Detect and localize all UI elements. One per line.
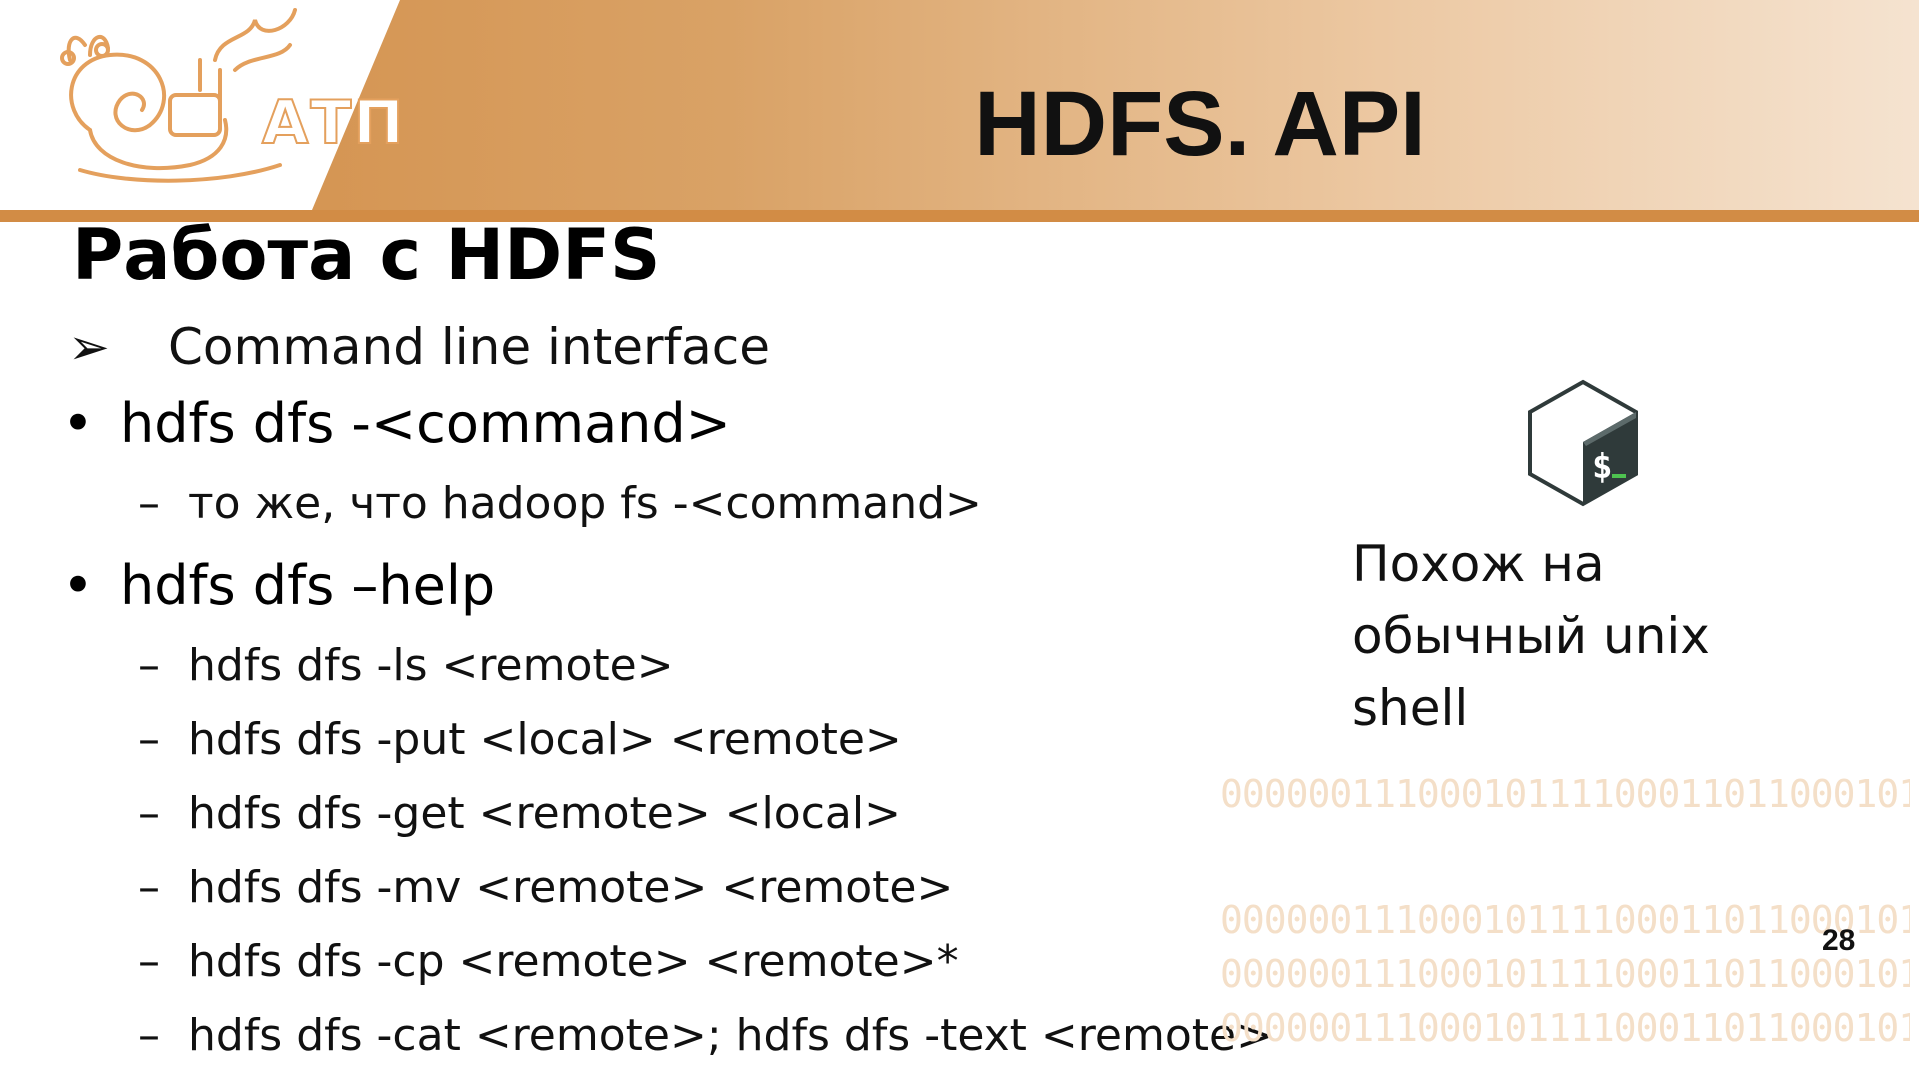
binary-decoration: 0000001110001011110001101100010100000 <box>1220 1006 1910 1050</box>
sub-item: – hdfs dfs -ls <remote> <box>138 640 674 691</box>
bullet-item: • hdfs dfs -<command> <box>62 392 731 455</box>
slide-title: HDFS. API <box>974 73 1426 175</box>
bullet-dot-icon: • <box>62 554 94 617</box>
arrow-item-text: Command line interface <box>168 318 771 376</box>
svg-text:$: $ <box>1592 447 1612 487</box>
binary-decoration: 0000001110001011110001101100010100000 <box>1220 898 1910 942</box>
bash-terminal-icon: $ <box>1528 379 1638 507</box>
dash-icon: – <box>138 714 160 765</box>
arrow-list-item: ➢ Command line interface <box>68 318 770 376</box>
sub-item: – hdfs dfs -cp <remote> <remote>* <box>138 936 959 987</box>
sub-item-text: hdfs dfs -cat <remote>; hdfs dfs -text <… <box>188 1010 1273 1061</box>
side-note-line: shell <box>1352 679 1469 737</box>
sub-item: – то же, что hadoop fs -<command> <box>138 478 982 529</box>
sub-item-text: то же, что hadoop fs -<command> <box>188 478 982 529</box>
binary-decoration: 0000001110001011110001101100010100000 <box>1220 952 1910 996</box>
bullet-text: hdfs dfs -<command> <box>120 392 731 455</box>
dash-icon: – <box>138 640 160 691</box>
page-number: 28 <box>1822 924 1856 957</box>
side-note-line: обычный unix <box>1352 607 1710 665</box>
binary-decoration: 0000001110001011110001101100010100000 <box>1220 772 1910 816</box>
dash-icon: – <box>138 862 160 913</box>
arrowhead-bullet-icon: ➢ <box>68 318 110 376</box>
dash-icon: – <box>138 478 160 529</box>
sub-item-text: hdfs dfs -ls <remote> <box>188 640 674 691</box>
sub-item-text: hdfs dfs -mv <remote> <remote> <box>188 862 954 913</box>
sub-item: – hdfs dfs -put <local> <remote> <box>138 714 902 765</box>
logo-text: АТП <box>261 87 406 159</box>
bullet-dot-icon: • <box>62 392 94 455</box>
page-heading: Работа с HDFS <box>72 214 661 296</box>
sub-item-text: hdfs dfs -put <local> <remote> <box>188 714 902 765</box>
side-note-line: Похож на <box>1352 535 1605 593</box>
sub-item: – hdfs dfs -cat <remote>; hdfs dfs -text … <box>138 1010 1273 1061</box>
dash-icon: – <box>138 936 160 987</box>
sub-item: – hdfs dfs -mv <remote> <remote> <box>138 862 953 913</box>
dash-icon: – <box>138 788 160 839</box>
dash-icon: – <box>138 1010 160 1061</box>
sub-item: – hdfs dfs -get <remote> <local> <box>138 788 901 839</box>
bullet-text: hdfs dfs –help <box>120 554 496 617</box>
side-note: Похож на обычный unix shell <box>1352 528 1772 744</box>
bullet-item: • hdfs dfs –help <box>62 554 495 617</box>
sub-item-text: hdfs dfs -get <remote> <local> <box>188 788 901 839</box>
sub-item-text: hdfs dfs -cp <remote> <remote>* <box>188 936 959 987</box>
